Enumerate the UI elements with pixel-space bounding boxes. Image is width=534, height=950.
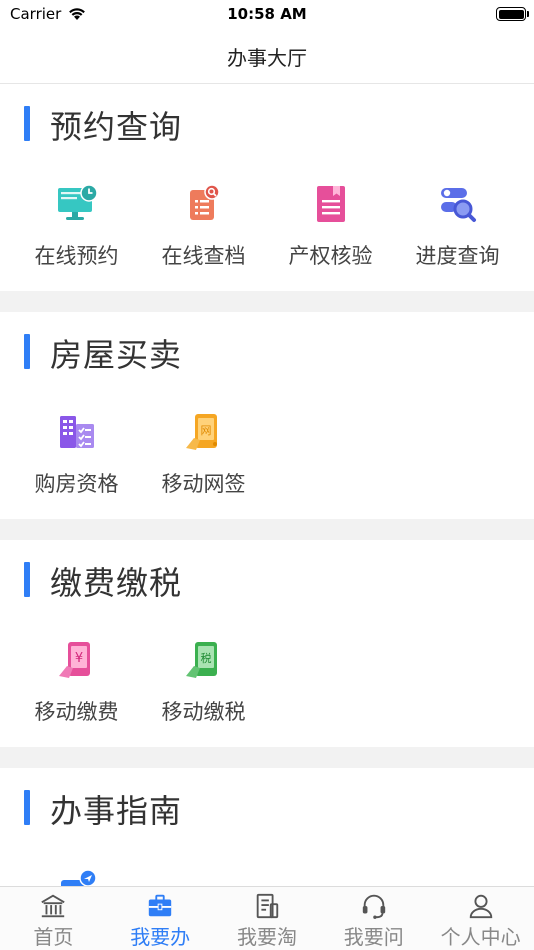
section-service-guide: 办事指南 (0, 768, 534, 886)
status-time: 10:58 AM (227, 5, 307, 23)
service-label: 移动缴税 (161, 700, 246, 724)
section-divider (0, 291, 534, 312)
tab-browse[interactable]: 我要淘 (214, 887, 321, 950)
section-accent-bar (24, 106, 30, 141)
tab-label: 我要淘 (236, 925, 297, 949)
service-label: 购房资格 (34, 472, 119, 496)
svg-text:税: 税 (200, 651, 211, 665)
section-title: 办事指南 (50, 792, 183, 830)
section-title: 预约查询 (50, 108, 183, 146)
briefcase-icon (148, 894, 172, 917)
tab-handle-business[interactable]: 我要办 (107, 887, 214, 950)
tab-label: 个人中心 (440, 925, 521, 949)
user-icon (469, 894, 492, 919)
section-accent-bar (24, 562, 30, 597)
building-check-icon (59, 416, 94, 448)
service-online-appointment[interactable]: 在线预约 (13, 164, 140, 291)
section-title: 房屋买卖 (50, 336, 183, 374)
service-mobile-payment[interactable]: ¥ 移动缴费 (13, 620, 140, 747)
tab-label: 我要问 (343, 925, 404, 949)
tab-profile[interactable]: 个人中心 (427, 887, 534, 950)
section-header: 房屋买卖 (0, 312, 534, 392)
tab-ask[interactable]: 我要问 (320, 887, 427, 950)
headset-icon (362, 894, 385, 919)
nav-bar: 办事大厅 (0, 28, 534, 84)
page-title: 办事大厅 (227, 46, 307, 70)
battery-icon (496, 7, 529, 21)
phone-payment-icon: ¥ (58, 642, 90, 678)
book-icon (316, 186, 345, 222)
monitor-clock-icon (57, 184, 98, 220)
status-bar: Carrier 10:58 AM (0, 0, 534, 28)
svg-text:网: 网 (200, 424, 211, 437)
service-progress-query[interactable]: 进度查询 (394, 164, 521, 291)
home-icon (41, 894, 66, 918)
phone-sign-icon: 网 (185, 414, 217, 450)
service-label: 在线查档 (161, 244, 246, 268)
section-appointment-query: 预约查询 在线预约 在线查档 产权核验 进度查询 (0, 84, 534, 291)
service-label: 产权核验 (288, 244, 373, 268)
service-guide-item[interactable] (13, 848, 140, 886)
document-search-icon (189, 184, 220, 220)
section-header: 办事指南 (0, 768, 534, 848)
document-icon (256, 893, 279, 919)
phone-tax-icon: 税 (185, 642, 217, 678)
service-label: 在线预约 (34, 244, 119, 268)
progress-search-icon (440, 188, 476, 222)
tab-label: 我要办 (130, 925, 191, 949)
service-mobile-signing[interactable]: 网 移动网签 (140, 392, 267, 519)
service-label: 移动网签 (161, 472, 246, 496)
section-divider (0, 519, 534, 540)
section-divider (0, 747, 534, 768)
section-fees-taxes: 缴费缴税 ¥ 移动缴费 税 移动缴税 (0, 540, 534, 747)
section-title: 缴费缴税 (50, 564, 183, 602)
service-property-verification[interactable]: 产权核验 (267, 164, 394, 291)
service-mobile-tax[interactable]: 税 移动缴税 (140, 620, 267, 747)
section-house-trading: 房屋买卖 购房资格 网 移动网签 (0, 312, 534, 519)
tab-bar: 首页 我要办 我要淘 我要问 个人中心 (0, 886, 534, 950)
section-header: 缴费缴税 (0, 540, 534, 620)
service-label: 进度查询 (415, 244, 500, 268)
service-label: 移动缴费 (34, 700, 119, 724)
service-purchase-eligibility[interactable]: 购房资格 (13, 392, 140, 519)
tab-label: 首页 (33, 925, 74, 949)
section-accent-bar (24, 334, 30, 369)
svg-text:¥: ¥ (74, 651, 82, 666)
section-header: 预约查询 (0, 84, 534, 164)
service-online-archive[interactable]: 在线查档 (140, 164, 267, 291)
section-accent-bar (24, 790, 30, 825)
service-list[interactable]: 预约查询 在线预约 在线查档 产权核验 进度查询 房屋买卖 购房资格 网 移动网… (0, 84, 534, 886)
tab-home[interactable]: 首页 (0, 887, 107, 950)
guide-icon (60, 869, 97, 886)
